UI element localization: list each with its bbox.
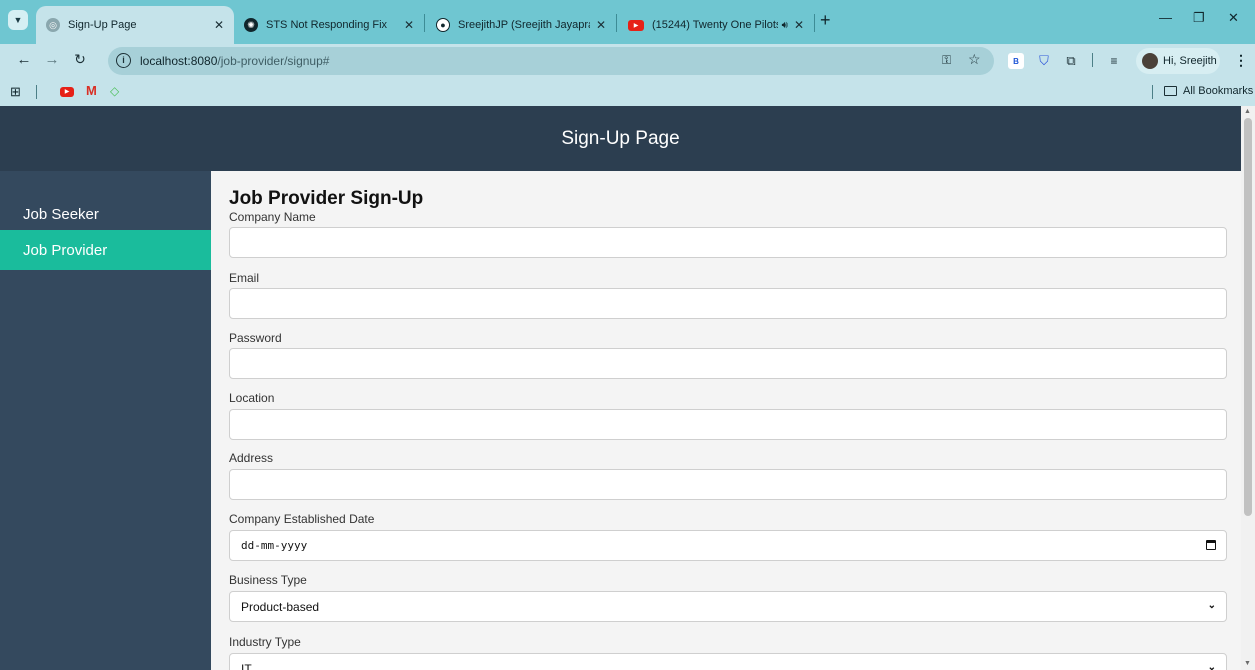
extension-b-icon[interactable]: B: [1008, 53, 1024, 69]
tab-strip: ▼ ◎ Sign-Up Page ✕ ✺ STS Not Responding …: [0, 0, 1255, 44]
established-date-input[interactable]: dd-mm-yyyy: [229, 530, 1227, 561]
youtube-bookmark-icon[interactable]: ▶: [60, 87, 74, 97]
business-type-select[interactable]: Product-based ⌄: [229, 591, 1227, 622]
sidebar-item-job-seeker[interactable]: Job Seeker: [0, 194, 211, 234]
chevron-down-icon: ⌄: [1207, 600, 1216, 611]
speaker-icon[interactable]: 🔊︎: [782, 20, 788, 31]
github-icon: ●: [436, 18, 450, 32]
url-host: localhost:8080: [140, 54, 218, 68]
close-icon[interactable]: ✕: [596, 18, 606, 32]
site-info-icon[interactable]: i: [116, 53, 131, 68]
browser-toolbar: ← → ↻ i localhost:8080/job-provider/sign…: [0, 44, 1255, 78]
all-bookmarks-label: All Bookmarks: [1183, 85, 1254, 97]
tab-title: STS Not Responding Fix: [266, 19, 388, 31]
apps-grid-icon[interactable]: ⊞: [10, 84, 21, 100]
tab-github[interactable]: ● SreejithJP (Sreejith Jayaprakash ✕: [426, 6, 616, 44]
scroll-down-icon[interactable]: ▼: [1244, 660, 1251, 667]
bookmark-divider: [1152, 85, 1153, 99]
password-input[interactable]: [229, 348, 1227, 379]
tab-sts-fix[interactable]: ✺ STS Not Responding Fix ✕: [234, 6, 424, 44]
chevron-down-icon: ⌄: [1207, 662, 1216, 670]
industry-type-value: IT: [241, 661, 252, 670]
industry-type-label: Industry Type: [229, 635, 301, 649]
reading-list-icon[interactable]: ≡: [1106, 53, 1122, 69]
bookmark-star-icon[interactable]: ☆: [968, 51, 981, 68]
profile-button[interactable]: Hi, Sreejith: [1136, 48, 1220, 74]
business-type-value: Product-based: [241, 599, 320, 614]
sidebar-item-label: Job Seeker: [23, 205, 99, 223]
drive-bookmark-icon[interactable]: ◇: [110, 84, 119, 98]
url-text[interactable]: localhost:8080/job-provider/signup#: [140, 54, 329, 68]
industry-type-select[interactable]: IT ⌄: [229, 653, 1227, 670]
date-placeholder: dd-mm-yyyy: [241, 539, 308, 552]
minimize-icon[interactable]: —: [1159, 10, 1172, 25]
globe-icon: ◎: [46, 18, 60, 32]
company-name-label: Company Name: [229, 210, 316, 224]
password-key-icon[interactable]: ⚿: [942, 53, 951, 68]
scroll-up-icon[interactable]: ▲: [1244, 108, 1251, 115]
tab-divider: [616, 14, 617, 32]
tab-divider: [424, 14, 425, 32]
profile-label: Hi, Sreejith: [1163, 55, 1217, 67]
forward-icon[interactable]: →: [42, 51, 62, 68]
close-window-icon[interactable]: ✕: [1228, 10, 1239, 26]
tab-divider: [814, 14, 815, 32]
toolbar-divider: [1092, 53, 1093, 67]
tab-title: (15244) Twenty One Pilots -: [652, 19, 778, 31]
chevron-down-icon: ▼: [13, 15, 23, 25]
bookmark-divider: [36, 85, 37, 99]
address-input[interactable]: [229, 469, 1227, 500]
reload-icon[interactable]: ↻: [70, 51, 90, 68]
tab-sign-up-page[interactable]: ◎ Sign-Up Page ✕: [36, 6, 234, 44]
page-scrollbar[interactable]: ▲ ▼: [1241, 106, 1255, 670]
bookmarks-bar: ⊞ ▶ M ◇ All Bookmarks: [0, 78, 1255, 106]
established-date-label: Company Established Date: [229, 512, 375, 526]
tab-title: Sign-Up Page: [68, 19, 137, 31]
page-header-title: Sign-Up Page: [561, 127, 680, 149]
tab-title: SreejithJP (Sreejith Jayaprakash: [458, 19, 590, 31]
business-type-label: Business Type: [229, 573, 307, 587]
extensions-puzzle-icon[interactable]: ⧉: [1063, 53, 1079, 69]
form-title: Job Provider Sign-Up: [229, 188, 424, 209]
back-icon[interactable]: ←: [14, 51, 34, 68]
calendar-icon[interactable]: [1206, 540, 1216, 550]
openai-icon: ✺: [244, 18, 258, 32]
email-input[interactable]: [229, 288, 1227, 319]
address-label: Address: [229, 451, 274, 465]
close-icon[interactable]: ✕: [794, 18, 804, 32]
page-viewport: Sign-Up Page Job Seeker Job Provider Job…: [0, 106, 1241, 670]
gmail-bookmark-icon[interactable]: M: [86, 83, 97, 98]
tab-search-button[interactable]: ▼: [8, 10, 28, 30]
location-input[interactable]: [229, 409, 1227, 440]
location-label: Location: [229, 391, 275, 405]
scrollbar-thumb[interactable]: [1244, 118, 1252, 516]
close-icon[interactable]: ✕: [404, 18, 414, 32]
page-header: Sign-Up Page: [0, 106, 1241, 171]
avatar: [1142, 53, 1158, 69]
company-name-input[interactable]: [229, 227, 1227, 258]
restore-icon[interactable]: ❐: [1193, 10, 1205, 26]
email-label: Email: [229, 271, 260, 285]
youtube-icon: ▶: [628, 19, 644, 31]
new-tab-button[interactable]: +: [820, 10, 831, 30]
sidebar-item-job-provider[interactable]: Job Provider: [0, 230, 211, 270]
folder-icon: [1164, 86, 1177, 96]
close-icon[interactable]: ✕: [214, 18, 224, 32]
shield-extension-icon[interactable]: ⛉: [1036, 53, 1052, 69]
sidebar: Job Seeker Job Provider: [0, 171, 211, 670]
url-path: /job-provider/signup#: [217, 54, 330, 68]
all-bookmarks-button[interactable]: All Bookmarks: [1164, 85, 1253, 97]
address-bar[interactable]: i localhost:8080/job-provider/signup# ⚿ …: [108, 47, 994, 75]
sidebar-item-label: Job Provider: [23, 241, 108, 259]
tab-youtube[interactable]: ▶ (15244) Twenty One Pilots - 🔊︎ ✕: [618, 6, 814, 44]
more-menu-icon[interactable]: ⋮: [1234, 52, 1248, 69]
password-label: Password: [229, 331, 282, 345]
